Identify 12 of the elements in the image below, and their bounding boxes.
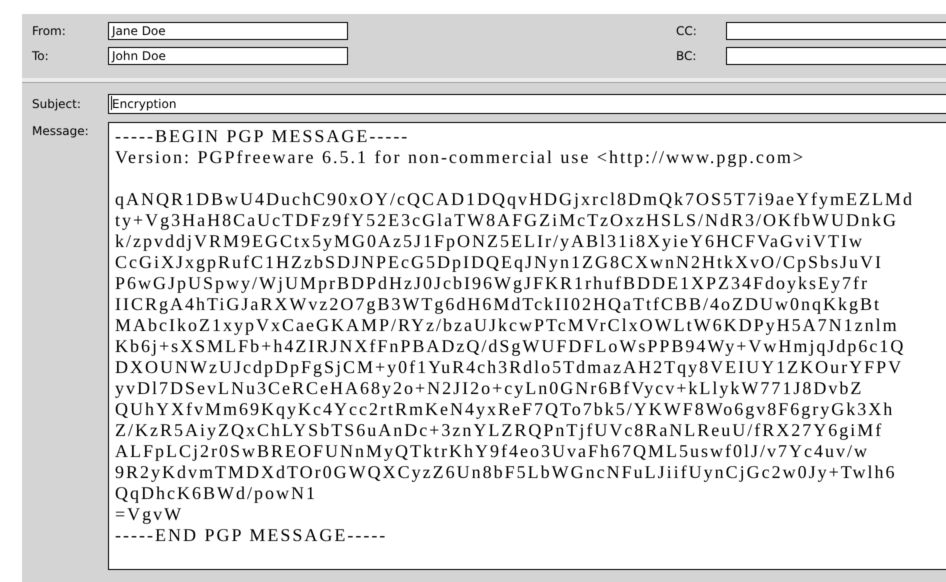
subject-label: Subject: (31, 97, 82, 111)
bc-field[interactable] (726, 47, 946, 65)
to-field[interactable]: John Doe (108, 47, 348, 65)
from-label: From: (31, 24, 67, 38)
message-field[interactable]: -----BEGIN PGP MESSAGE----- Version: PGPfreeware 6.5.1 for non-commercial use <http://www.pgp.com> qANQR1DBwU4DuchC90xOY/cQCAD1DQqvHDGjxrcl8DmQk7OS5T7i9aeYfymEZLMd ty+Vg3HaH8CaUcTDFz9fY52E3cGlaTW8AFGZiMcTzOxzHSLS/NdR3/OKfbWUDnkG k/zpvddjVRM9EGCtx5yMG0Az5J1FpONZ5ELIr/yABl31i8XyieY6HCFVaGviVTIw CcGiXJxgpRufC1HZzbSDJNPEcG5DpIDQEqJNyn1ZG8CXwnN2HtkXvO/CpSbsJuVI P6wGJpUSpwy/WjUMprBDPdHzJ0JcbI96WgJFKR1rhufBDDE1XPZ34FdoyksEy7fr IICRgA4hTiGJaRXWvz2O7gB3WTg6dH6MdTckII02HQaTtfCBB/4oZDUw0nqKkgBt MAbcIkoZ1xypVxCaeGKAMP/RYz/bzaUJkcwPTcMVrClxOWLtW6KDPyH5A7N1znlm Kb6j+sXSMLFb+h4ZIRJNXfFnPBADzQ/dSgWUFDFLoWsPPB94Wy+VwHmjqJdp6c1Q DXOUNWzUJcdpDpFgSjCM+y0f1YuR4ch3Rdlo5TdmazAH2Tqy8VEIUY1ZKOurYFPV yvDl7DSevLNu3CeRCeHA68y2o+N2JI2o+cyLn0GNr6BfVycv+kLlykW771J8DvbZ QUhYXfvMm69KqyKc4Ycc2rtRmKeN4yxReF7QTo7bk5/YKWF8Wo6gv8F6gryGk3Xh Z/KzR5AiyZQxChLYSbTS6uAnDc+3znYLZRQPnTjfUVc8RaNLReuU/fRX27Y6giMf ALFpLCj2r0SwBREOFUNnMyQTktrKhY9f4eo3UvaFh67QML5uswf0lJ/v7Yc4uv/w 9R2yKdvmTMDXdTOr0GWQXCyzZ6Un8bF5LbWGncNFuLJiifUynCjGc2w0Jy+Twlh6 QqDhcK6BWd/powN1 =VgvW -----END PGP MESSAGE----- (108, 122, 946, 570)
to-label: To: (31, 49, 50, 63)
message-label: Message: (31, 123, 90, 138)
subject-field[interactable]: Encryption (108, 94, 946, 114)
bc-label: BC: (675, 49, 698, 63)
cc-field[interactable] (726, 22, 946, 40)
cc-label: CC: (675, 24, 698, 38)
from-field[interactable]: Jane Doe (108, 22, 348, 40)
